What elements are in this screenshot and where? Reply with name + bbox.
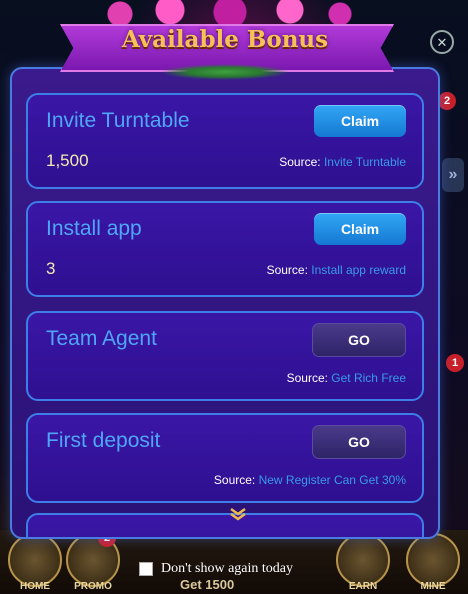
bonus-source: Source: Invite Turntable (279, 155, 406, 169)
source-link[interactable]: Install app reward (311, 263, 406, 277)
user-icon (406, 533, 460, 587)
modal-title: Available Bonus (121, 26, 329, 53)
claim-button[interactable]: Claim (314, 213, 406, 245)
bonus-card-invite-turntable: Invite Turntable Claim 1,500 Source: Inv… (26, 93, 424, 189)
nav-promo[interactable]: PROMO 2 (58, 529, 128, 592)
bonus-card-install-app: Install app Claim 3 Source: Install app … (26, 201, 424, 297)
source-link[interactable]: Invite Turntable (324, 155, 406, 169)
bonus-card-team-agent: Team Agent GO Source: Get Rich Free (26, 311, 424, 401)
notification-badge: 2 (438, 92, 456, 110)
gift-icon (336, 533, 390, 587)
source-link[interactable]: New Register Can Get 30% (259, 473, 406, 487)
go-button[interactable]: GO (312, 425, 406, 459)
get-bonus-label[interactable]: Get 1500 (180, 577, 234, 592)
bonus-card-first-deposit: First deposit GO Source: New Register Ca… (26, 413, 424, 503)
notification-badge: 1 (446, 354, 464, 372)
source-prefix: Source: (286, 371, 332, 385)
home-icon (8, 533, 62, 587)
bonus-source: Source: Install app reward (267, 263, 406, 277)
go-button[interactable]: GO (312, 323, 406, 357)
close-icon[interactable]: ✕ (430, 30, 454, 54)
source-prefix: Source: (213, 473, 259, 487)
bonus-amount: 3 (46, 259, 56, 278)
bonus-title: Invite Turntable (46, 109, 190, 132)
bonus-title: First deposit (46, 429, 161, 452)
nav-earn[interactable]: EARN (328, 533, 398, 592)
source-prefix: Source: (279, 155, 324, 169)
nav-mine[interactable]: MINE (398, 533, 468, 592)
chevron-right-icon[interactable]: » (442, 158, 464, 192)
dont-show-label: Don't show again today (161, 561, 294, 576)
bonus-card-partial (26, 513, 424, 537)
source-link[interactable]: Get Rich Free (331, 371, 406, 385)
bonus-amount: 1,500 (46, 151, 89, 170)
bonus-title: Team Agent (46, 327, 157, 350)
bonus-modal: Invite Turntable Claim 1,500 Source: Inv… (10, 67, 440, 539)
claim-button[interactable]: Claim (314, 105, 406, 137)
bonus-source: Source: Get Rich Free (287, 371, 406, 385)
source-prefix: Source: (266, 263, 312, 277)
leaves-decoration (160, 64, 290, 80)
bonus-source: Source: New Register Can Get 30% (214, 473, 406, 487)
dont-show-again[interactable]: Don't show again today (139, 561, 293, 577)
chevron-down-icon[interactable] (229, 507, 247, 523)
bonus-title: Install app (46, 217, 142, 240)
dont-show-checkbox[interactable] (139, 562, 153, 576)
bonus-list[interactable]: Invite Turntable Claim 1,500 Source: Inv… (26, 93, 424, 537)
